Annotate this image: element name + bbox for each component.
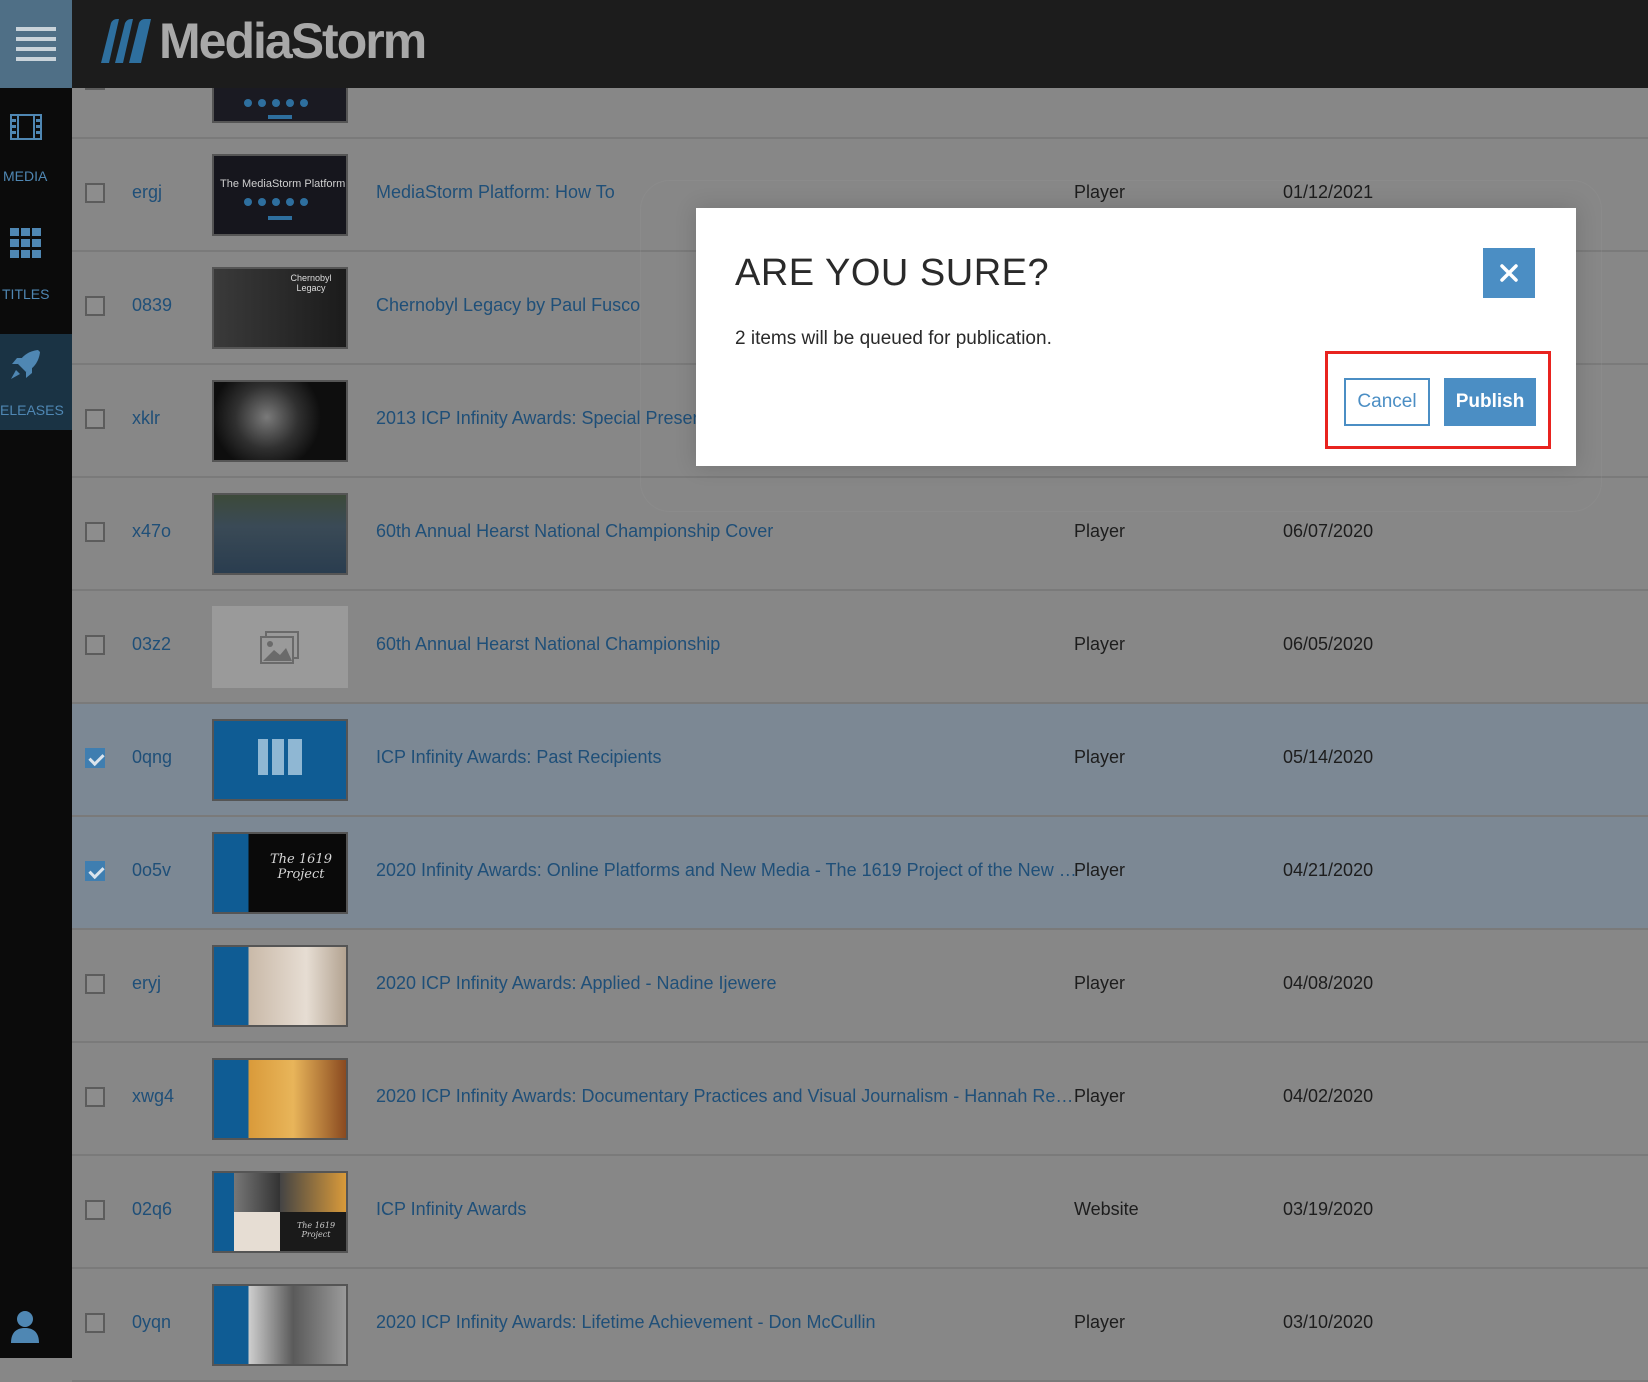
logo-mark-icon — [101, 19, 151, 63]
publish-button[interactable]: Publish — [1444, 378, 1536, 426]
item-date: 06/07/2020 — [1283, 521, 1374, 541]
item-type: Player — [1074, 182, 1126, 202]
item-title[interactable]: 2020 ICP Infinity Awards: Documentary Pr… — [376, 1086, 1116, 1107]
thumbnail — [212, 719, 348, 801]
item-title[interactable]: 60th Annual Hearst National Championship — [376, 634, 1116, 655]
item-code[interactable]: 03z2 — [132, 634, 171, 655]
thumbnail-placeholder — [212, 606, 348, 688]
item-title[interactable]: MediaStorm Platform: How To — [376, 182, 1116, 203]
row-checkbox[interactable] — [85, 409, 105, 429]
item-code[interactable]: xklr — [132, 408, 160, 429]
rocket-icon — [11, 350, 40, 379]
item-type: Player — [1074, 973, 1126, 993]
item-title[interactable]: 60th Annual Hearst National Championship… — [376, 521, 1116, 542]
thumbnail: Chernobyl Legacy — [212, 267, 348, 349]
item-date: 04/08/2020 — [1283, 973, 1374, 993]
thumbnail-caption: The 1619 Project — [296, 1221, 336, 1239]
table-row[interactable]: eryj 2020 ICP Infinity Awards: Applied -… — [72, 930, 1648, 1043]
sidebar-item-titles[interactable]: TITLES — [0, 228, 72, 324]
sidebar-item-releases[interactable]: ELEASES — [0, 334, 72, 430]
thumbnail-caption: Chernobyl Legacy — [290, 273, 332, 293]
logo-text: MediaStorm — [159, 13, 427, 69]
item-date: 06/05/2020 — [1283, 634, 1374, 654]
item-date: 03/10/2020 — [1283, 1312, 1374, 1332]
sidebar-item-label: MEDIA — [3, 168, 48, 184]
item-code[interactable]: x47o — [132, 521, 171, 542]
row-checkbox[interactable] — [85, 748, 105, 768]
close-icon — [1500, 264, 1518, 282]
item-code[interactable]: 0o5v — [132, 860, 171, 881]
sidebar-item-label: ELEASES — [0, 402, 64, 418]
row-checkbox[interactable] — [85, 1087, 105, 1107]
item-code[interactable]: 0yqn — [132, 1312, 171, 1333]
hamburger-icon — [16, 21, 56, 67]
item-date: 03/19/2020 — [1283, 1199, 1374, 1219]
item-title[interactable]: ICP Infinity Awards: Past Recipients — [376, 747, 1116, 768]
item-code[interactable]: ergj — [132, 182, 162, 203]
film-icon — [10, 114, 42, 140]
thumbnail — [212, 493, 348, 575]
dialog-title: ARE YOU SURE? — [735, 252, 1050, 294]
dialog-message: 2 items will be queued for publication. — [735, 328, 1052, 349]
item-title[interactable]: 2020 ICP Infinity Awards: Applied - Nadi… — [376, 973, 1116, 994]
item-type: Player — [1074, 634, 1126, 654]
row-checkbox[interactable] — [85, 183, 105, 203]
item-code[interactable]: xwg4 — [132, 1086, 174, 1107]
thumbnail — [212, 945, 348, 1027]
table-row[interactable]: 03z2 60th Annual Hearst National Champio… — [72, 591, 1648, 704]
item-code[interactable]: 0qng — [132, 747, 172, 768]
item-date: 04/21/2020 — [1283, 860, 1374, 880]
menu-button[interactable] — [0, 0, 72, 88]
item-type: Player — [1074, 1086, 1126, 1106]
user-icon — [11, 1311, 39, 1343]
top-bar: MediaStorm — [0, 0, 1648, 88]
thumbnail — [212, 380, 348, 462]
table-row[interactable]: 0qng ICP Infinity Awards: Past Recipient… — [72, 704, 1648, 817]
item-type: Player — [1074, 747, 1126, 767]
item-code[interactable]: 0839 — [132, 295, 172, 316]
row-checkbox[interactable] — [85, 861, 105, 881]
table-row[interactable]: 0o5v The 1619 Project 2020 Infinity Awar… — [72, 817, 1648, 930]
thumbnail: The MediaStorm Platform — [212, 154, 348, 236]
item-code[interactable]: eryj — [132, 973, 161, 994]
grid-icon — [10, 228, 41, 258]
confirm-dialog: ARE YOU SURE? 2 items will be queued for… — [696, 208, 1576, 466]
thumbnail — [212, 1284, 348, 1366]
row-checkbox[interactable] — [85, 974, 105, 994]
sidebar-item-media[interactable]: MEDIA — [0, 114, 72, 210]
logo[interactable]: MediaStorm — [97, 13, 427, 69]
table-row[interactable]: x47o 60th Annual Hearst National Champio… — [72, 478, 1648, 591]
item-title[interactable]: 2020 Infinity Awards: Online Platforms a… — [376, 860, 1116, 881]
sidebar-item-label: TITLES — [2, 286, 50, 302]
item-code[interactable]: 02q6 — [132, 1199, 172, 1220]
user-menu[interactable] — [10, 1309, 40, 1348]
item-type: Player — [1074, 860, 1126, 880]
table-row[interactable]: 02q6 The 1619 Project ICP Infinity Award… — [72, 1156, 1648, 1269]
cancel-button[interactable]: Cancel — [1344, 378, 1430, 426]
close-button[interactable] — [1483, 248, 1535, 298]
row-checkbox[interactable] — [85, 522, 105, 542]
item-title[interactable]: 2020 ICP Infinity Awards: Lifetime Achie… — [376, 1312, 1116, 1333]
row-checkbox[interactable] — [85, 635, 105, 655]
icp-logo-icon — [258, 739, 302, 775]
thumbnail-caption: The 1619 Project — [270, 852, 332, 882]
row-checkbox[interactable] — [85, 1200, 105, 1220]
table-row[interactable]: xwg4 2020 ICP Infinity Awards: Documenta… — [72, 1043, 1648, 1156]
table-row[interactable]: 0yqn 2020 ICP Infinity Awards: Lifetime … — [72, 1269, 1648, 1382]
item-date: 05/14/2020 — [1283, 747, 1374, 767]
item-date: 01/12/2021 — [1283, 182, 1374, 202]
row-checkbox[interactable] — [85, 1313, 105, 1333]
thumbnail: The 1619 Project — [212, 1171, 348, 1253]
item-title[interactable]: ICP Infinity Awards — [376, 1199, 1116, 1220]
thumbnail — [212, 1058, 348, 1140]
thumbnail: The 1619 Project — [212, 832, 348, 914]
image-placeholder-icon — [260, 631, 299, 664]
sidebar: MEDIA TITLES ELEASES — [0, 88, 72, 1358]
row-checkbox[interactable] — [85, 296, 105, 316]
item-type: Website — [1074, 1199, 1139, 1219]
item-type: Player — [1074, 521, 1126, 541]
item-date: 04/02/2020 — [1283, 1086, 1374, 1106]
item-type: Player — [1074, 1312, 1126, 1332]
